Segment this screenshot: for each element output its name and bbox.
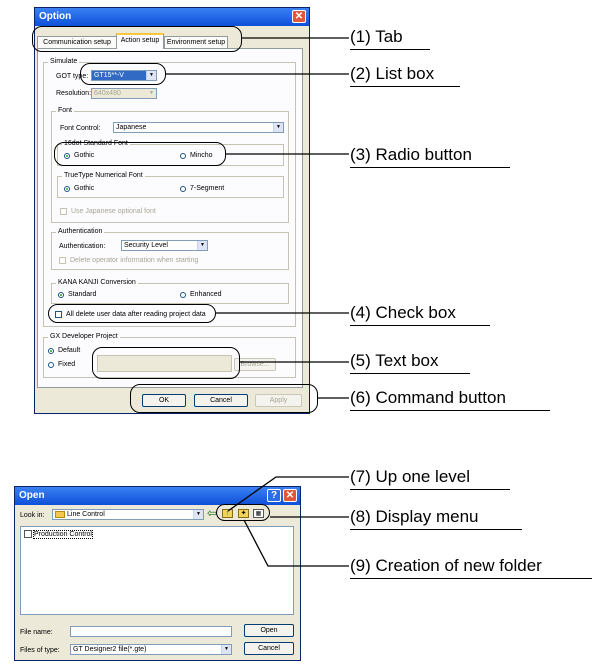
callout-list-box: (2) List box (350, 64, 435, 83)
callout-underline (350, 578, 592, 579)
callout-display-menu: (8) Display menu (350, 507, 479, 526)
callout-check-box: (4) Check box (350, 303, 456, 322)
callout-underline (350, 489, 510, 490)
callout-text-box: (5) Text box (350, 351, 439, 370)
callout-underline (350, 410, 550, 411)
callout-radio-button: (3) Radio button (350, 145, 472, 164)
callout-command-button: (6) Command button (350, 388, 506, 407)
callout-new-folder: (9) Creation of new folder (350, 556, 542, 575)
callout-underline (350, 529, 522, 530)
callout-up-one-level: (7) Up one level (350, 467, 471, 486)
tab-action-setup[interactable]: Action setup (116, 33, 164, 49)
callout-underline (350, 49, 430, 50)
callout-underline (350, 167, 510, 168)
callout-underline (350, 373, 470, 374)
callout-tab: (1) Tab (350, 27, 403, 46)
callout-underline (350, 86, 460, 87)
callout-underline (350, 325, 490, 326)
